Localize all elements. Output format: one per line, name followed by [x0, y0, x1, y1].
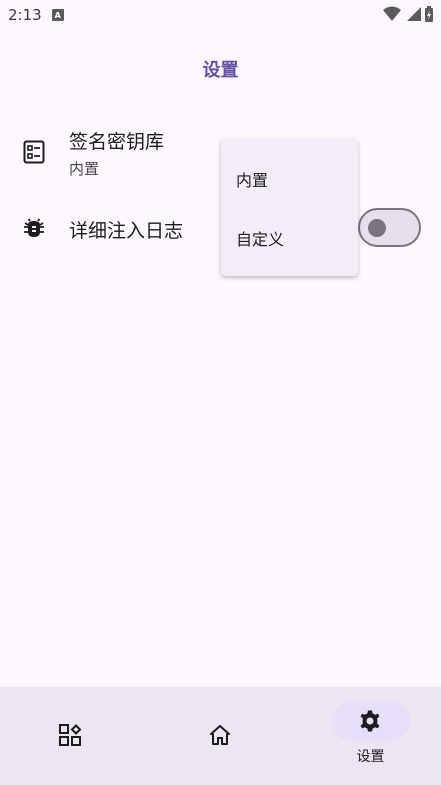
- keystore-dropdown-menu: 内置 自定义: [221, 139, 358, 276]
- nav-settings-label: 设置: [356, 749, 385, 765]
- wifi-icon: [383, 6, 401, 21]
- menu-item-custom[interactable]: 自定义: [221, 214, 358, 262]
- status-time: 2:13: [8, 6, 42, 24]
- verbose-log-toggle[interactable]: [358, 208, 421, 247]
- signal-icon: [407, 7, 421, 21]
- toggle-thumb: [368, 219, 386, 237]
- menu-item-builtin[interactable]: 内置: [221, 155, 358, 203]
- notification-a-icon: A: [51, 9, 64, 21]
- gear-icon: [360, 710, 380, 732]
- keystore-value: 内置: [69, 160, 100, 178]
- keystore-icon: [23, 140, 45, 164]
- verbose-log-title: 详细注入日志: [69, 220, 184, 242]
- status-icons: [383, 6, 433, 22]
- bug-icon: [24, 218, 44, 237]
- battery-icon: [425, 6, 433, 22]
- keystore-title: 签名密钥库: [69, 131, 165, 153]
- nav-home[interactable]: [147, 687, 294, 785]
- nav-modules[interactable]: [0, 687, 147, 785]
- nav-settings[interactable]: 设置: [294, 687, 441, 785]
- page-title: 设置: [202, 60, 239, 81]
- bottom-navigation: 设置: [0, 687, 441, 785]
- grid-icon: [59, 724, 82, 746]
- status-bar: 2:13 A: [0, 0, 441, 30]
- home-icon: [210, 725, 230, 745]
